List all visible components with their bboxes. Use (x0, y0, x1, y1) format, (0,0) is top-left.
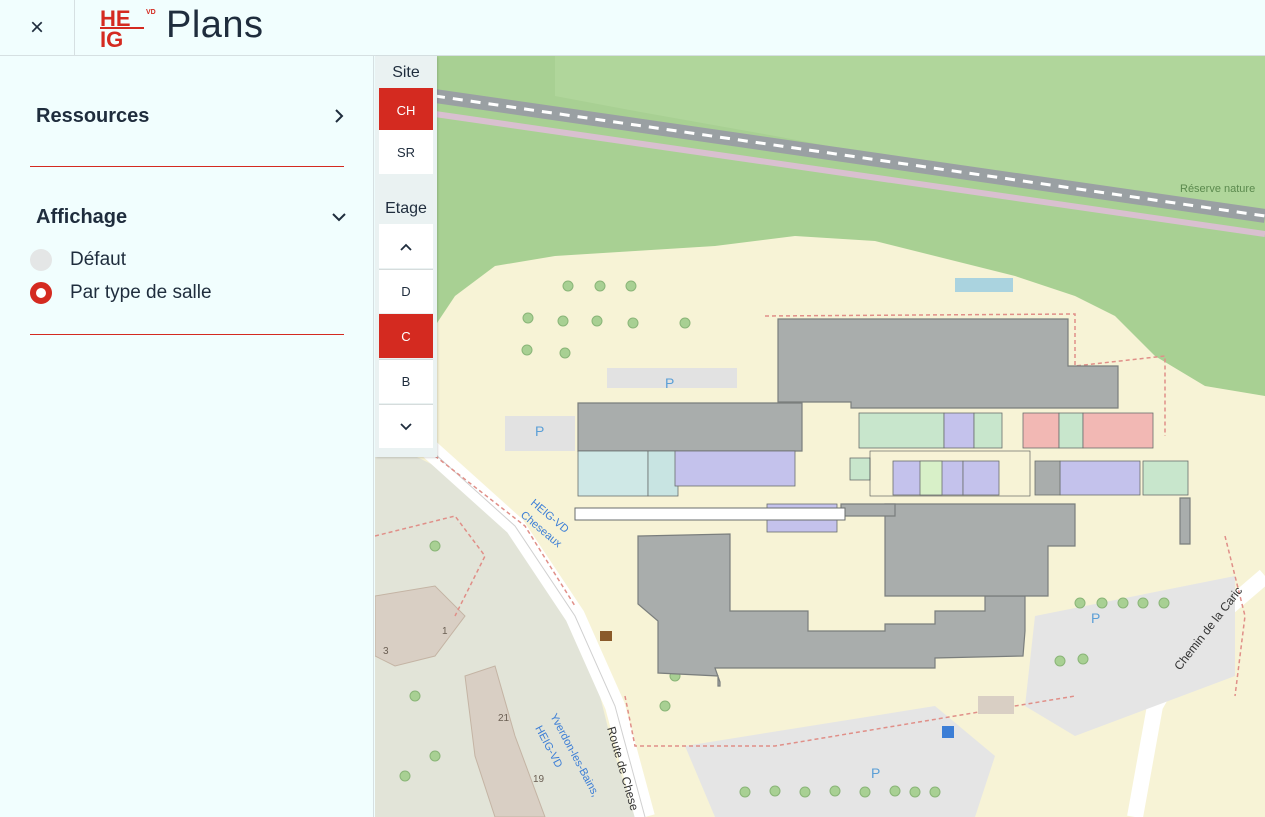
radio-checked[interactable] (30, 282, 52, 304)
ressources-title: Ressources (36, 104, 150, 127)
radio-label-par-type: Par type de salle (70, 282, 212, 303)
parking-icon: P (535, 423, 544, 439)
heig-vd-logo: HE VD IG (100, 5, 158, 52)
map-label-reserve: Réserve nature (1180, 183, 1255, 195)
bus-stop-icon (942, 726, 954, 738)
radio-option-defaut[interactable]: Défaut (30, 247, 126, 273)
site-label: Site (392, 64, 420, 81)
page-title: Plans (166, 4, 264, 46)
radio-unchecked[interactable] (30, 249, 52, 271)
ressources-section-toggle[interactable]: Ressources (36, 101, 346, 131)
chevron-down-icon (400, 419, 412, 434)
map-label-num3: 3 (383, 646, 389, 657)
svg-text:VD: VD (146, 9, 156, 16)
floor-down-button[interactable] (379, 404, 433, 448)
radio-option-par-type-de-salle[interactable]: Par type de salle (30, 280, 212, 306)
close-button[interactable]: × (0, 0, 75, 56)
affichage-section-toggle[interactable]: Affichage (36, 202, 346, 232)
app-header: × HE VD IG Plans (0, 0, 1265, 56)
chevron-up-icon (400, 239, 412, 254)
chevron-right-icon (332, 109, 346, 123)
parking-icon: P (1091, 610, 1100, 626)
etage-label: Etage (385, 200, 427, 217)
floor-button-d[interactable]: D (379, 269, 433, 313)
affichage-divider (30, 334, 344, 335)
parking-icon: P (871, 765, 880, 781)
floor-button-c[interactable]: C (379, 314, 433, 358)
sidebar: Ressources Affichage Défaut Par type de … (0, 56, 374, 817)
floor-up-button[interactable] (379, 224, 433, 268)
map-label-num19: 19 (533, 774, 545, 785)
parking-icon: P (665, 375, 674, 391)
site-button-ch[interactable]: CH (379, 88, 433, 132)
close-icon: × (29, 14, 44, 41)
ressources-divider (30, 166, 344, 167)
chevron-down-icon (332, 210, 346, 224)
map-label-num1: 1 (442, 626, 448, 637)
poi-icon (600, 631, 612, 641)
map-controls-panel: Site CH SR Etage D C B (375, 56, 437, 457)
map-label-num21: 21 (498, 713, 510, 724)
radio-label-defaut: Défaut (70, 249, 126, 270)
campus-map[interactable]: Réserve nature HEIG-VD Cheseaux Yverdon-… (375, 56, 1265, 817)
svg-text:IG: IG (100, 27, 123, 49)
affichage-title: Affichage (36, 205, 128, 228)
site-button-sr[interactable]: SR (379, 130, 433, 174)
floor-button-b[interactable]: B (379, 359, 433, 403)
